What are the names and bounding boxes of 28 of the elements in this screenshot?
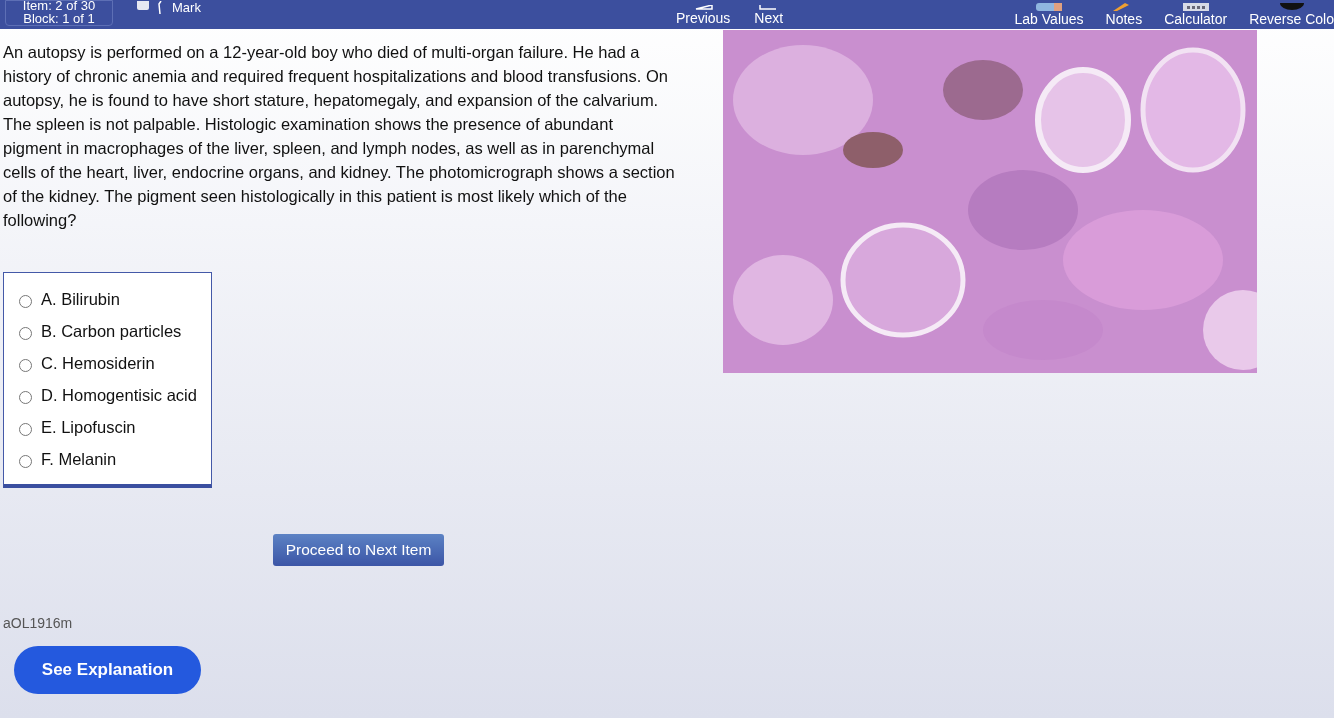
item-number: Item: 2 of 30 — [22, 0, 96, 12]
answer-option[interactable]: B. Carbon particles — [4, 319, 211, 343]
previous-button[interactable]: Previous — [675, 5, 731, 26]
flag-icon — [157, 1, 165, 15]
question-text: An autopsy is performed on a 12-year-old boy who died of multi-organ failure. He had a history of chronic anemia and required frequent hospitalizations and blood transfusions. On autopsy, he is found to have short stature, hepatomegaly, and expansion of the calvarium. The spleen is not palpable. Histologic examination shows the presence of abundant pigment in macrophages of the liver, spleen, and lymph nodes, as well as in parenchymal cells of the heart, liver, endocrine organs, and kidney. The photomicrograph shows a section of the kidney. The pigment seen histologically in this patient is most likely which of the following? — [3, 42, 675, 231]
notes-button[interactable]: Notes — [1105, 3, 1143, 27]
calculator-button[interactable]: Calculator — [1164, 3, 1228, 27]
next-button[interactable]: Next — [754, 5, 784, 26]
lab-values-button[interactable]: Lab Values — [1014, 3, 1084, 27]
radio-button[interactable] — [19, 422, 32, 436]
question-id: aOL1916m — [3, 614, 74, 633]
mark-checkbox[interactable] — [137, 1, 149, 10]
block-number: Block: 1 of 1 — [23, 12, 95, 25]
answer-option[interactable]: E. Lipofuscin — [4, 415, 211, 439]
answer-option[interactable]: D. Homogentisic acid — [4, 383, 211, 407]
radio-button[interactable] — [19, 294, 32, 308]
answer-option[interactable]: C. Hemosiderin — [4, 351, 211, 375]
proceed-button[interactable]: Proceed to Next Item — [273, 534, 444, 566]
radio-button[interactable] — [19, 358, 32, 372]
see-explanation-button[interactable]: See Explanation — [14, 646, 201, 694]
radio-button[interactable] — [19, 454, 32, 468]
answer-option[interactable]: A. Bilirubin — [4, 287, 211, 311]
radio-button[interactable] — [19, 390, 32, 404]
reverse-color-button[interactable]: Reverse Colo — [1249, 3, 1334, 27]
mark-label[interactable]: Mark — [172, 1, 201, 15]
calculator-icon — [1182, 3, 1209, 11]
radio-button[interactable] — [19, 326, 32, 340]
answer-option[interactable]: F. Melanin — [4, 447, 211, 471]
